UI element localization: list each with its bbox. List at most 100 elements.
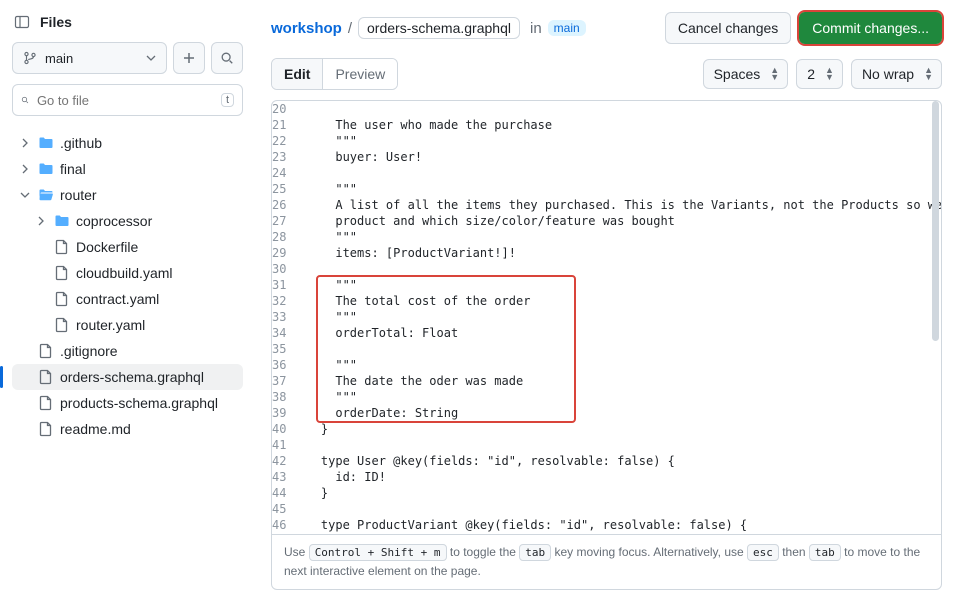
commit-button[interactable]: Commit changes... [799, 12, 942, 44]
line-number[interactable]: 25 [272, 181, 300, 197]
indent-mode-select[interactable]: Spaces ▲▼ [703, 59, 789, 89]
chevron-right-icon[interactable] [18, 164, 32, 174]
tree-file[interactable]: Dockerfile [12, 234, 243, 260]
chevron-down-icon[interactable] [18, 190, 32, 200]
line-number[interactable]: 40 [272, 421, 300, 437]
line-number[interactable]: 27 [272, 213, 300, 229]
line-number[interactable]: 22 [272, 133, 300, 149]
caret-down-icon [146, 53, 156, 63]
tree-folder[interactable]: final [12, 156, 243, 182]
chevron-right-icon[interactable] [18, 138, 32, 148]
code-content[interactable] [300, 101, 941, 117]
wrap-select[interactable]: No wrap ▲▼ [851, 59, 942, 89]
tree-folder[interactable]: router [12, 182, 243, 208]
repo-link[interactable]: workshop [271, 20, 342, 37]
line-number[interactable]: 43 [272, 469, 300, 485]
code-content[interactable] [300, 261, 941, 277]
line-number[interactable]: 32 [272, 293, 300, 309]
tree-item-label: readme.md [60, 421, 131, 437]
line-number[interactable]: 45 [272, 501, 300, 517]
line-number[interactable]: 29 [272, 245, 300, 261]
line-number[interactable]: 47 [272, 533, 300, 534]
code-content[interactable]: type User @key(fields: "id", resolvable:… [300, 453, 941, 469]
code-content[interactable]: A list of all the items they purchased. … [300, 197, 941, 213]
code-line: 31 """ [272, 277, 941, 293]
code-content[interactable]: The total cost of the order [300, 293, 941, 309]
tree-file[interactable]: .gitignore [12, 338, 243, 364]
code-content[interactable]: buyer: User! [300, 149, 941, 165]
line-number[interactable]: 42 [272, 453, 300, 469]
code-content[interactable]: The user who made the purchase [300, 117, 941, 133]
code-line: 26 A list of all the items they purchase… [272, 197, 941, 213]
line-number[interactable]: 44 [272, 485, 300, 501]
code-content[interactable]: """ [300, 389, 941, 405]
branch-selector[interactable]: main [12, 42, 167, 74]
scrollbar[interactable] [932, 101, 939, 341]
code-content[interactable] [300, 341, 941, 357]
tree-file[interactable]: readme.md [12, 416, 243, 442]
tree-file[interactable]: orders-schema.graphql [12, 364, 243, 390]
tree-file[interactable]: router.yaml [12, 312, 243, 338]
tree-file[interactable]: products-schema.graphql [12, 390, 243, 416]
code-content[interactable] [300, 165, 941, 181]
code-content[interactable] [300, 501, 941, 517]
line-number[interactable]: 38 [272, 389, 300, 405]
main-pane: workshop / orders-schema.graphql in main… [255, 0, 960, 600]
tree-folder[interactable]: coprocessor [12, 208, 243, 234]
chevron-right-icon[interactable] [34, 216, 48, 226]
search-button[interactable] [211, 42, 243, 74]
code-content[interactable]: """ [300, 357, 941, 373]
code-content[interactable]: """ [300, 229, 941, 245]
editor: 2021 The user who made the purchase22 ""… [271, 100, 942, 590]
cancel-button[interactable]: Cancel changes [665, 12, 791, 44]
line-number[interactable]: 31 [272, 277, 300, 293]
sort-icon: ▲▼ [770, 67, 779, 81]
line-number[interactable]: 34 [272, 325, 300, 341]
code-content[interactable]: """ [300, 133, 941, 149]
folder-icon [38, 187, 54, 203]
code-content[interactable]: type ProductVariant @key(fields: "id", r… [300, 517, 941, 533]
code-area[interactable]: 2021 The user who made the purchase22 ""… [272, 101, 941, 534]
code-content[interactable] [300, 437, 941, 453]
line-number[interactable]: 24 [272, 165, 300, 181]
line-number[interactable]: 35 [272, 341, 300, 357]
code-content[interactable]: product and which size/color/feature was… [300, 213, 941, 229]
line-number[interactable]: 23 [272, 149, 300, 165]
code-content[interactable]: """ [300, 277, 941, 293]
tab-preview[interactable]: Preview [323, 59, 397, 89]
go-to-file-input[interactable]: t [12, 84, 243, 116]
sidebar-collapse-icon[interactable] [14, 14, 30, 30]
code-content[interactable]: orderTotal: Float [300, 325, 941, 341]
line-number[interactable]: 26 [272, 197, 300, 213]
line-number[interactable]: 30 [272, 261, 300, 277]
branch-name: main [45, 51, 73, 66]
line-number[interactable]: 36 [272, 357, 300, 373]
tree-file[interactable]: cloudbuild.yaml [12, 260, 243, 286]
code-content[interactable]: orderDate: String [300, 405, 941, 421]
line-number[interactable]: 33 [272, 309, 300, 325]
filename-input[interactable]: orders-schema.graphql [358, 17, 520, 39]
code-content[interactable]: id: ID! [300, 533, 941, 534]
editor-toolbar: Edit Preview Spaces ▲▼ 2 ▲▼ No wrap ▲▼ [271, 58, 942, 90]
tree-file[interactable]: contract.yaml [12, 286, 243, 312]
indent-size-select[interactable]: 2 ▲▼ [796, 59, 843, 89]
line-number[interactable]: 37 [272, 373, 300, 389]
tree-item-label: .gitignore [60, 343, 118, 359]
line-number[interactable]: 20 [272, 101, 300, 117]
tree-folder[interactable]: .github [12, 130, 243, 156]
code-content[interactable]: } [300, 485, 941, 501]
go-to-file-field[interactable] [37, 93, 213, 108]
line-number[interactable]: 21 [272, 117, 300, 133]
line-number[interactable]: 28 [272, 229, 300, 245]
line-number[interactable]: 39 [272, 405, 300, 421]
code-content[interactable]: id: ID! [300, 469, 941, 485]
code-content[interactable]: """ [300, 181, 941, 197]
line-number[interactable]: 46 [272, 517, 300, 533]
tab-edit[interactable]: Edit [272, 59, 323, 89]
code-content[interactable]: } [300, 421, 941, 437]
add-file-button[interactable] [173, 42, 205, 74]
code-content[interactable]: """ [300, 309, 941, 325]
code-content[interactable]: items: [ProductVariant!]! [300, 245, 941, 261]
code-content[interactable]: The date the oder was made [300, 373, 941, 389]
line-number[interactable]: 41 [272, 437, 300, 453]
